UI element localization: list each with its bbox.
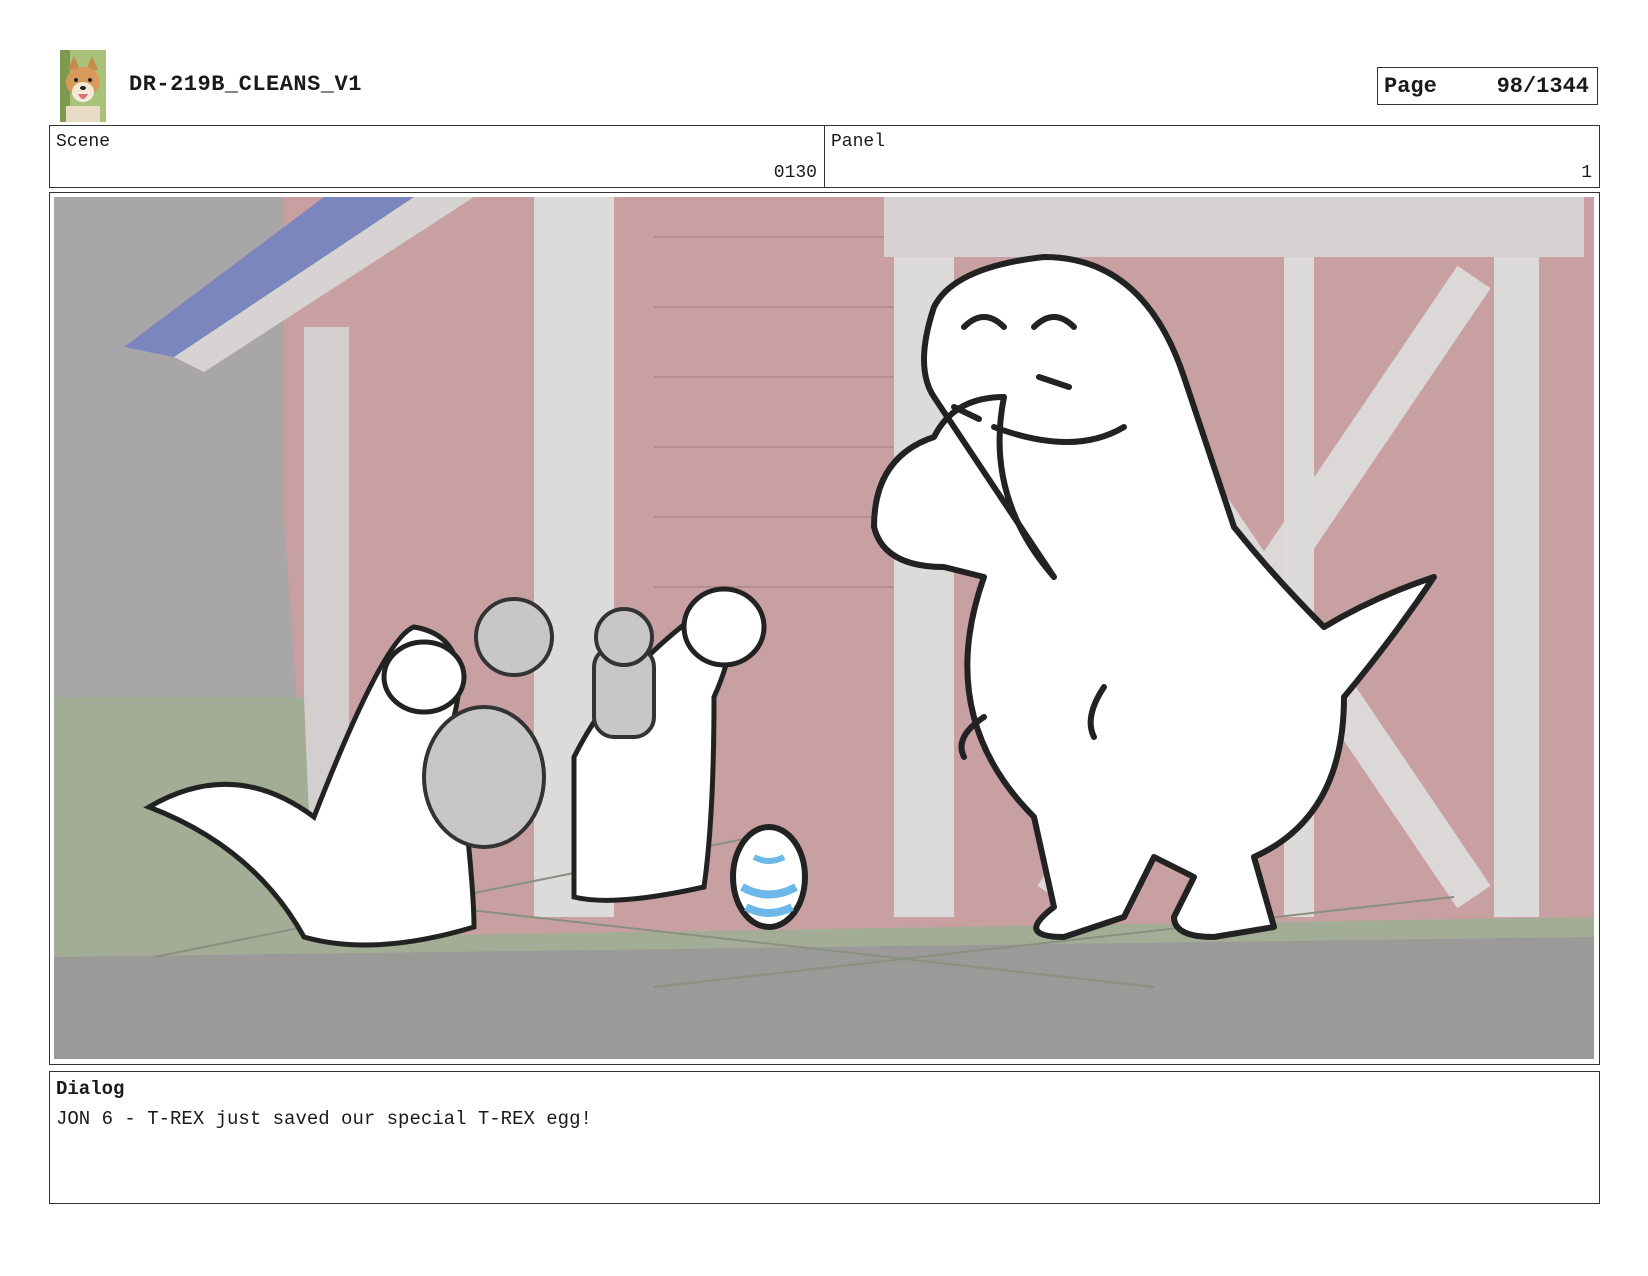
storyboard-sketch-icon (54, 197, 1594, 1059)
dialog-box: Dialog JON 6 - T-REX just saved our spec… (49, 1071, 1600, 1204)
dialog-text: JON 6 - T-REX just saved our special T-R… (56, 1108, 592, 1130)
scene-number: 0130 (773, 163, 817, 183)
panel-number: 1 (1581, 163, 1592, 183)
page-label: Page (1384, 73, 1437, 99)
dialog-label: Dialog (56, 1078, 125, 1100)
panel-label: Panel (831, 132, 886, 152)
page-number: 98/1344 (1496, 73, 1589, 99)
panel-cell: Panel 1 (824, 126, 1599, 187)
scene-cell: Scene 0130 (50, 126, 824, 187)
storyboard-frame (49, 192, 1600, 1065)
dog-avatar-icon (60, 50, 106, 122)
scene-panel-row: Scene 0130 Panel 1 (49, 125, 1600, 188)
scene-label: Scene (56, 132, 111, 152)
page-indicator: Page 98/1344 (1377, 67, 1598, 105)
dog-thumbnail (60, 50, 106, 122)
document-title: DR-219B_CLEANS_V1 (129, 72, 362, 97)
